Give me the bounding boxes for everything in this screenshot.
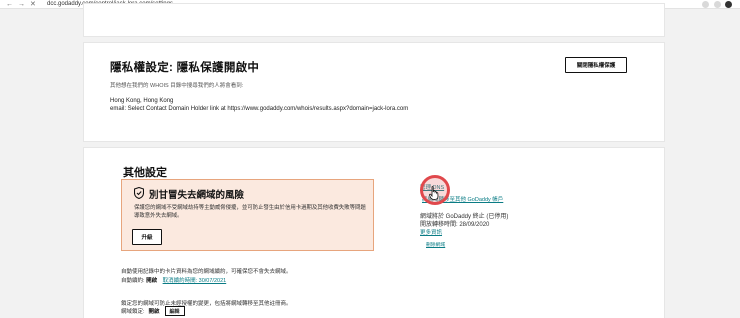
- close-icon[interactable]: ✕: [30, 0, 36, 9]
- auto-renew-status: 開啟: [146, 278, 158, 284]
- domain-lock-row: 網域鎖定: 開啟 編輯: [121, 306, 185, 316]
- auto-renew-label: 自動續約:: [121, 278, 145, 284]
- domain-lock-label: 網域鎖定:: [121, 309, 145, 315]
- extension-icon[interactable]: [702, 1, 709, 8]
- upgrade-button[interactable]: 升級: [132, 229, 162, 245]
- more-info-link[interactable]: 更多資訊: [420, 228, 442, 236]
- settings-page: 隱私權設定: 隱私保護開啟中 其他想在我們的 WHOIS 目錄中搜尋我們的人將會…: [83, 3, 665, 318]
- risk-banner: 別甘冒失去網域的風險 保護您的網域不受網域劫持等主動威脅侵擾，並可防止發生由於信…: [121, 179, 374, 251]
- auto-renew-row: 自動續約: 開啟 取消續約時間: 30/07/2021: [121, 276, 226, 284]
- avatar[interactable]: [725, 1, 732, 8]
- hand-cursor-icon: [429, 186, 439, 200]
- disable-privacy-button[interactable]: 關閉隱私權保護: [565, 57, 627, 73]
- auto-renew-description: 自動使用記錄中的卡片資料為您的網域續約，可確保您不會失去網域。: [121, 269, 292, 275]
- privacy-title: 隱私權設定: 隱私保護開啟中: [110, 62, 260, 74]
- remove-domain-link[interactable]: 刪除網域: [426, 241, 445, 248]
- extension-icon[interactable]: [714, 1, 721, 8]
- risk-title: 別甘冒失去網域的風險: [149, 190, 245, 201]
- top-card: [83, 3, 665, 37]
- shield-check-icon: [134, 187, 144, 199]
- arrow-left-icon[interactable]: ←: [6, 0, 13, 9]
- edit-lock-button[interactable]: 編輯: [164, 306, 185, 316]
- cancel-renew-link[interactable]: 取消續約時間: 30/07/2021: [163, 278, 227, 284]
- arrow-right-icon[interactable]: →: [18, 0, 25, 9]
- whois-address: Hong Kong, Hong Kong: [110, 98, 174, 104]
- domain-lock-status: 開啟: [148, 309, 160, 315]
- other-settings-card: 其他設定 別甘冒失去網域的風險 保護您的網域不受網域劫持等主動威脅侵擾，並可防止…: [83, 147, 665, 318]
- section-title: 其他設定: [123, 167, 167, 179]
- whois-email: email: Select Contact Domain Holder link…: [110, 106, 409, 112]
- risk-description: 保護您的網域不受網域劫持等主動威脅侵擾，並可防止發生由於信用卡過期及其他收費失敗…: [134, 205, 366, 219]
- privacy-subtitle: 其他想在我們的 WHOIS 目錄中搜尋我們的人將會看到:: [110, 83, 244, 89]
- privacy-card: 隱私權設定: 隱私保護開啟中 其他想在我們的 WHOIS 目錄中搜尋我們的人將會…: [83, 42, 665, 142]
- transfer-date-text: 開放轉移時間: 28/09/2020: [420, 222, 490, 228]
